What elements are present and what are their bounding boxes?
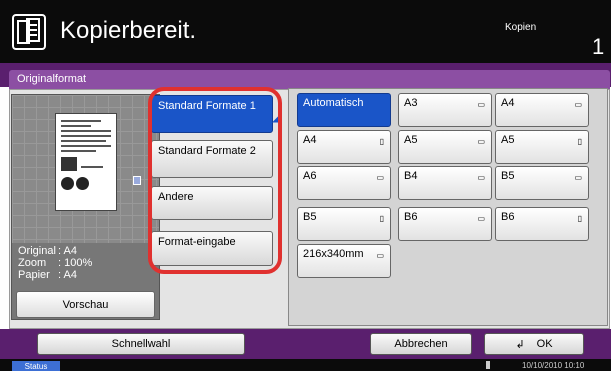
size-label: 216x340mm bbox=[303, 248, 364, 260]
enter-icon: ↲ bbox=[515, 338, 525, 351]
preview-button[interactable]: Vorschau bbox=[16, 291, 155, 318]
size-button-9[interactable]: B5 ▯ bbox=[297, 207, 391, 241]
size-label: A4 bbox=[501, 97, 515, 109]
document-thumbnail bbox=[55, 113, 117, 211]
size-button-2[interactable]: A4 ▭ bbox=[495, 93, 589, 127]
size-button-11[interactable]: B6 ▯ bbox=[495, 207, 589, 241]
size-label: B5 bbox=[303, 211, 317, 223]
size-label: B5 bbox=[501, 170, 515, 182]
cancel-button[interactable]: Abbrechen bbox=[370, 333, 472, 355]
quick-setup-button[interactable]: Schnellwahl bbox=[37, 333, 245, 355]
portrait-orientation-icon: ▯ bbox=[379, 137, 384, 146]
copy-document-icon bbox=[12, 14, 46, 50]
status-bar bbox=[0, 359, 611, 371]
landscape-orientation-icon: ▭ bbox=[574, 173, 582, 182]
size-label: Automatisch bbox=[303, 97, 364, 109]
landscape-orientation-icon: ▭ bbox=[376, 173, 384, 182]
portrait-orientation-icon: ▯ bbox=[379, 214, 384, 223]
portrait-orientation-icon: ▯ bbox=[577, 137, 582, 146]
status-button[interactable]: Status bbox=[12, 361, 60, 371]
size-button-0[interactable]: Automatisch bbox=[297, 93, 391, 127]
size-label: A6 bbox=[303, 170, 317, 182]
size-label: A3 bbox=[404, 97, 418, 109]
preview-grid bbox=[12, 95, 159, 243]
size-button-6[interactable]: A6 ▭ bbox=[297, 166, 391, 200]
size-label: B4 bbox=[404, 170, 418, 182]
size-label: B6 bbox=[501, 211, 515, 223]
portrait-orientation-icon: ▯ bbox=[577, 214, 582, 223]
landscape-orientation-icon: ▭ bbox=[477, 173, 485, 182]
preview-info: Original: A4 Zoom: 100% Papier: A4 bbox=[18, 245, 93, 281]
size-button-4[interactable]: A5 ▭ bbox=[398, 130, 492, 164]
status-datetime: 10/10/2010 10:10 bbox=[522, 361, 585, 370]
copy-count: 1 bbox=[592, 34, 605, 59]
ok-button[interactable]: ↲ OK bbox=[484, 333, 584, 355]
ok-label: OK bbox=[536, 338, 553, 350]
category-highlight bbox=[148, 87, 282, 274]
size-button-5[interactable]: A5 ▯ bbox=[495, 130, 589, 164]
page-title: Kopierbereit. bbox=[60, 17, 197, 44]
paper-orientation-icon bbox=[133, 176, 141, 185]
size-label: A5 bbox=[501, 134, 515, 146]
mode-label: Kopien bbox=[505, 22, 537, 33]
size-button-1[interactable]: A3 ▭ bbox=[398, 93, 492, 127]
size-label: B6 bbox=[404, 211, 418, 223]
landscape-orientation-icon: ▭ bbox=[477, 137, 485, 146]
memory-icon bbox=[486, 361, 490, 369]
size-button-12[interactable]: 216x340mm ▭ bbox=[297, 244, 391, 278]
panel-title: Originalformat bbox=[9, 70, 610, 89]
size-label: A4 bbox=[303, 134, 317, 146]
size-label: A5 bbox=[404, 134, 418, 146]
landscape-orientation-icon: ▭ bbox=[477, 214, 485, 223]
size-button-7[interactable]: B4 ▭ bbox=[398, 166, 492, 200]
landscape-orientation-icon: ▭ bbox=[477, 100, 485, 109]
size-button-3[interactable]: A4 ▯ bbox=[297, 130, 391, 164]
size-button-10[interactable]: B6 ▭ bbox=[398, 207, 492, 241]
size-button-8[interactable]: B5 ▭ bbox=[495, 166, 589, 200]
landscape-orientation-icon: ▭ bbox=[376, 251, 384, 260]
landscape-orientation-icon: ▭ bbox=[574, 100, 582, 109]
preview-area: Original: A4 Zoom: 100% Papier: A4 bbox=[11, 94, 160, 320]
